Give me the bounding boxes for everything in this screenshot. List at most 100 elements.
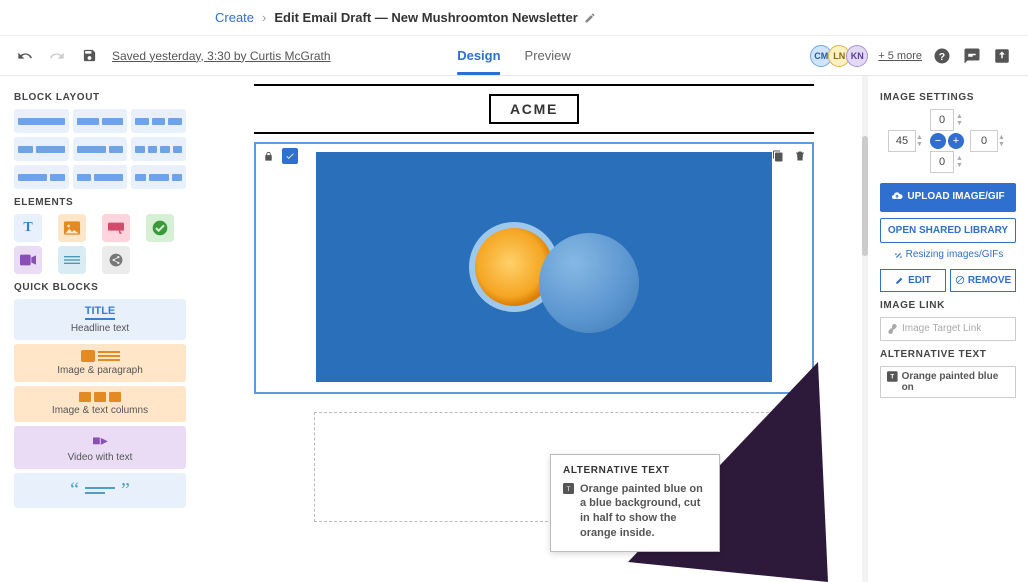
breadcrumb-root-link[interactable]: Create xyxy=(215,10,254,25)
quick-block-quote[interactable]: “ ” xyxy=(14,473,186,508)
chevron-right-icon: › xyxy=(262,10,266,25)
check-circle-icon xyxy=(152,220,168,236)
help-button[interactable]: ? xyxy=(932,46,952,66)
logo-block[interactable]: ACME xyxy=(489,94,579,124)
rotation-input[interactable]: 45 xyxy=(888,130,916,152)
left-panel: BLOCK LAYOUT ELEMENTS T xyxy=(0,76,200,582)
quick-blocks-list: TITLE Headline text Image & paragraph xyxy=(14,299,186,508)
button-icon xyxy=(108,222,124,234)
cloud-upload-icon xyxy=(891,190,903,202)
video-icon xyxy=(20,254,36,266)
scrollbar[interactable] xyxy=(862,76,868,582)
prohibit-icon xyxy=(955,275,965,285)
divider xyxy=(254,84,814,86)
section-image-settings: IMAGE SETTINGS xyxy=(880,92,1016,103)
svg-text:?: ? xyxy=(939,50,945,62)
lock-icon xyxy=(263,151,274,162)
canvas[interactable]: ACME ↑ ↓ xyxy=(200,76,868,582)
saved-status[interactable]: Saved yesterday, 3:30 by Curtis McGrath xyxy=(112,49,331,63)
tab-design[interactable]: Design xyxy=(457,36,500,75)
element-button[interactable] xyxy=(102,214,130,242)
open-library-button[interactable]: OPEN SHARED LIBRARY xyxy=(880,218,1016,243)
alt-text-input[interactable]: T Orange painted blue on xyxy=(880,366,1016,398)
layout-tile[interactable] xyxy=(14,109,69,133)
element-text[interactable]: T xyxy=(14,214,42,242)
layout-tile[interactable] xyxy=(73,165,128,189)
quote-open-icon: “ xyxy=(70,479,79,502)
element-checkmark[interactable] xyxy=(146,214,174,242)
element-image[interactable] xyxy=(58,214,86,242)
avatar[interactable]: KN xyxy=(846,45,868,67)
element-divider[interactable] xyxy=(58,246,86,274)
image-icon xyxy=(94,392,106,402)
layout-tile[interactable] xyxy=(131,137,186,161)
decrease-button[interactable]: − xyxy=(930,133,946,149)
check-icon xyxy=(285,151,295,161)
element-share[interactable] xyxy=(102,246,130,274)
right-spacing-input[interactable]: 0 xyxy=(970,130,998,152)
stepper[interactable]: ▲▼ xyxy=(916,130,926,152)
tab-preview[interactable]: Preview xyxy=(525,36,571,75)
selected-image-block[interactable]: ↑ ↓ xyxy=(254,142,814,394)
image-icon xyxy=(64,221,80,235)
elements-grid: T xyxy=(14,214,186,274)
stepper[interactable]: ▲▼ xyxy=(956,109,966,131)
alt-text-icon: T xyxy=(563,483,574,541)
layout-tile[interactable] xyxy=(131,165,186,189)
quick-block-label: Video with text xyxy=(22,452,178,463)
element-video[interactable] xyxy=(14,246,42,274)
callout-body: Orange painted blue on a blue background… xyxy=(580,482,707,541)
increase-button[interactable]: + xyxy=(948,133,964,149)
pencil-icon xyxy=(895,275,905,285)
lines-icon xyxy=(98,351,120,361)
callout-card: ALTERNATIVE TEXT T Orange painted blue o… xyxy=(550,454,720,552)
undo-button[interactable] xyxy=(16,47,34,65)
top-spacing-input[interactable]: 0 xyxy=(930,109,954,131)
upload-image-button[interactable]: UPLOAD IMAGE/GIF xyxy=(880,183,1016,212)
more-users-link[interactable]: + 5 more xyxy=(878,50,922,62)
callout-heading: ALTERNATIVE TEXT xyxy=(563,465,707,476)
layout-tile[interactable] xyxy=(73,109,128,133)
svg-text:T: T xyxy=(567,485,571,492)
help-icon: ? xyxy=(933,47,951,65)
alt-text-icon: T xyxy=(887,371,898,382)
quick-block-image-columns[interactable]: Image & text columns xyxy=(14,386,186,422)
scrollbar-thumb[interactable] xyxy=(862,136,868,256)
export-button[interactable] xyxy=(992,46,1012,66)
edit-title-button[interactable] xyxy=(584,12,596,24)
image-icon xyxy=(79,392,91,402)
layout-tile[interactable] xyxy=(14,137,69,161)
comments-button[interactable] xyxy=(962,46,982,66)
duplicate-button[interactable] xyxy=(770,148,786,164)
section-alternative-text: ALTERNATIVE TEXT xyxy=(880,349,1016,360)
quick-block-image-paragraph[interactable]: Image & paragraph xyxy=(14,344,186,382)
right-panel: IMAGE SETTINGS 45 ▲▼ 0 ▲▼ − + xyxy=(868,76,1028,582)
resize-help-link[interactable]: Resizing images/GIFs xyxy=(880,249,1016,263)
layout-tile[interactable] xyxy=(131,109,186,133)
copy-icon xyxy=(772,150,784,162)
video-icon: ■▸ xyxy=(92,432,107,449)
title-label-icon: TITLE xyxy=(85,305,116,320)
delete-button[interactable] xyxy=(792,148,808,164)
layout-tile[interactable] xyxy=(14,165,69,189)
bottom-spacing-input[interactable]: 0 xyxy=(930,151,954,173)
remove-image-button[interactable]: REMOVE xyxy=(950,269,1016,292)
section-block-layout: BLOCK LAYOUT xyxy=(14,92,186,103)
divider xyxy=(254,132,814,134)
select-checkbox[interactable] xyxy=(282,148,298,164)
stepper[interactable]: ▲▼ xyxy=(956,151,966,173)
quick-block-title[interactable]: TITLE Headline text xyxy=(14,299,186,340)
trash-icon xyxy=(794,150,806,162)
edit-image-button[interactable]: EDIT xyxy=(880,269,946,292)
stepper[interactable]: ▲▼ xyxy=(998,130,1008,152)
collaborator-avatars: CM LN KN xyxy=(810,45,868,67)
image-link-input[interactable]: Image Target Link xyxy=(880,317,1016,341)
quick-block-video[interactable]: ■▸ Video with text xyxy=(14,426,186,469)
redo-button[interactable] xyxy=(48,47,66,65)
orange-whole-graphic xyxy=(539,233,639,333)
lock-button[interactable] xyxy=(260,148,276,164)
undo-icon xyxy=(17,48,33,64)
breadcrumb: Create › Edit Email Draft — New Mushroom… xyxy=(0,0,1028,36)
layout-tile[interactable] xyxy=(73,137,128,161)
save-button[interactable] xyxy=(80,47,98,65)
